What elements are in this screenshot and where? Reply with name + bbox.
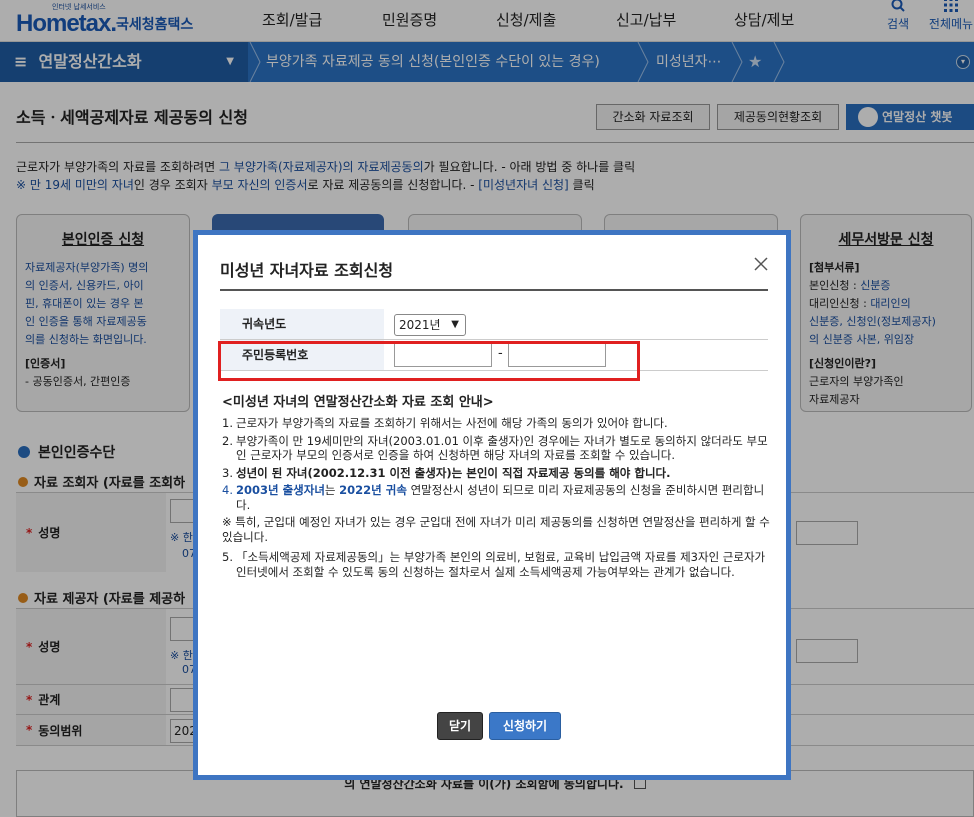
close-icon[interactable] [753,255,769,275]
guide-text-highlight: 2022년 귀속 [339,483,407,497]
guide-text: 「소득세액공제 자료제공동의」는 부양가족 본인의 의료비, 보험료, 교육비 … [236,550,766,579]
guide-text-highlight: 2003년 출생자녀 [236,483,325,497]
chevron-down-icon: ▼ [451,319,459,330]
guide-number: 2. [222,433,233,448]
guide-item: 2. 부양가족이 만 19세미만의 자녀(2003.01.01 이후 출생자)인 … [222,434,772,463]
guide-text: 성년이 된 자녀(2002.12.31 이전 출생자)는 본인이 직접 자료제공… [236,465,671,480]
guide-number: 5. [222,550,233,564]
year-label: 귀속년도 [220,309,384,339]
guide-section: <미성년 자녀의 연말정산간소화 자료 조회 안내> 1. 근로자가 부양가족의 … [222,391,772,582]
year-select-value: 2021년 [399,318,441,332]
guide-text: 는 [324,483,340,497]
modal-divider [220,289,768,291]
minor-child-modal: 미성년 자녀자료 조회신청 귀속년도 2021년 ▼ 주민등록번호 - <미성년… [193,230,791,780]
guide-item: 3. 성년이 된 자녀(2002.12.31 이전 출생자)는 본인이 직접 자료… [222,466,772,481]
year-select[interactable]: 2021년 ▼ [394,314,466,336]
guide-text: 부양가족이 만 19세미만의 자녀(2003.01.01 이후 출생자)인 경우… [236,433,768,463]
modal-title: 미성년 자녀자료 조회신청 [220,261,394,280]
guide-number: 3. [222,465,233,480]
guide-text: ※ 특히, 군입대 예정인 자녀가 있는 경우 군입대 전에 자녀가 미리 제공… [222,515,770,544]
guide-number: 1. [222,416,233,430]
apply-button[interactable]: 신청하기 [489,712,561,740]
year-row: 귀속년도 2021년 ▼ [220,309,768,340]
guide-note: ※ 특히, 군입대 예정인 자녀가 있는 경우 군입대 전에 자녀가 미리 제공… [222,515,772,544]
guide-number: 4. [222,483,233,497]
guide-item: 1. 근로자가 부양가족의 자료를 조회하기 위해서는 사전에 해당 가족의 동의… [222,416,772,431]
close-button[interactable]: 닫기 [437,712,483,740]
highlight-box [218,341,640,381]
guide-text: 근로자가 부양가족의 자료를 조회하기 위해서는 사전에 해당 가족의 동의가 … [236,416,668,430]
guide-item: 5. 「소득세액공제 자료제공동의」는 부양가족 본인의 의료비, 보험료, 교육… [222,550,772,579]
guide-item: 4. 2003년 출생자녀는 2022년 귀속 연말정산시 성년이 되므로 미리 … [222,483,772,512]
guide-title: <미성년 자녀의 연말정산간소화 자료 조회 안내> [222,395,494,410]
